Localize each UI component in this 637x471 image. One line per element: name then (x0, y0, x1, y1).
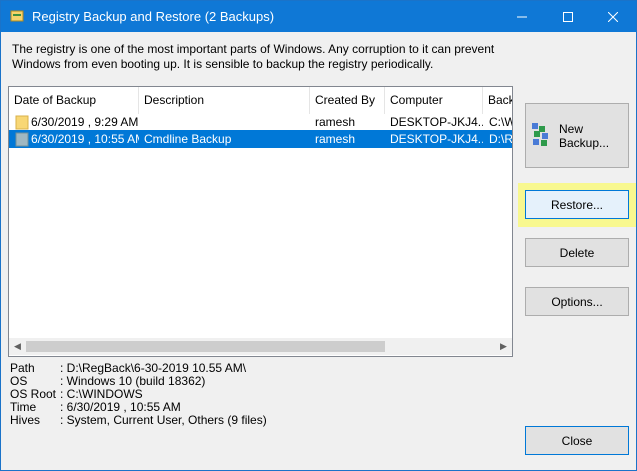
window-title: Registry Backup and Restore (2 Backups) (32, 9, 275, 24)
title-bar[interactable]: Registry Backup and Restore (2 Backups) (1, 1, 636, 32)
restore-button[interactable]: Restore... (525, 190, 629, 219)
app-window: Registry Backup and Restore (2 Backups) … (0, 0, 637, 471)
table-row[interactable]: 6/30/2019 , 9:29 AM ramesh DESKTOP-JKJ4.… (9, 113, 512, 131)
maximize-icon (563, 11, 573, 22)
column-header-backup[interactable]: Backup (483, 87, 512, 114)
cell-date: 6/30/2019 , 9:29 AM (31, 115, 139, 129)
cell-description: Cmdline Backup (144, 132, 232, 146)
column-header-computer[interactable]: Computer (385, 87, 483, 114)
close-icon (608, 11, 618, 22)
maximize-button[interactable] (545, 1, 591, 32)
cell-date: 6/30/2019 , 10:55 AM (31, 132, 139, 146)
regbackup-app-icon (10, 10, 24, 22)
detail-label: Hives (10, 413, 41, 427)
new-backup-label: New Backup... (559, 122, 610, 150)
minimize-button[interactable] (499, 1, 545, 32)
intro-text: The registry is one of the most importan… (12, 42, 495, 71)
list-header: Date of Backup Description Created By Co… (9, 87, 512, 114)
scroll-right-arrow-icon[interactable]: ▶ (495, 338, 512, 355)
folder-icon (15, 132, 29, 147)
detail-value: : System, Current User, Others (9 files) (60, 413, 267, 427)
scroll-left-arrow-icon[interactable]: ◀ (9, 338, 26, 355)
backup-list[interactable]: Date of Backup Description Created By Co… (8, 86, 513, 357)
cell-computer: DESKTOP-JKJ4... (390, 132, 483, 146)
column-header-description[interactable]: Description (139, 87, 310, 114)
folder-icon (15, 115, 29, 130)
close-button[interactable]: Close (525, 426, 629, 455)
cell-backup: C:\W (489, 115, 512, 129)
scrollbar-thumb[interactable] (26, 341, 385, 352)
cell-created-by: ramesh (315, 115, 356, 129)
cell-created-by: ramesh (315, 132, 356, 146)
registry-cubes-icon (532, 123, 548, 146)
cell-computer: DESKTOP-JKJ4... (390, 115, 483, 129)
table-row-selected[interactable]: 6/30/2019 , 10:55 AM Cmdline Backup rame… (9, 130, 512, 148)
new-backup-button[interactable]: New Backup... (525, 103, 629, 168)
cell-backup: D:\R (489, 132, 512, 146)
column-header-created-by[interactable]: Created By (310, 87, 385, 114)
minimize-icon (517, 16, 527, 17)
window-close-button[interactable] (590, 1, 636, 32)
options-button[interactable]: Options... (525, 287, 629, 316)
delete-button[interactable]: Delete (525, 238, 629, 267)
cell-description (144, 113, 310, 131)
horizontal-scrollbar[interactable]: ◀ ▶ (9, 338, 512, 355)
column-header-date[interactable]: Date of Backup (9, 87, 139, 114)
